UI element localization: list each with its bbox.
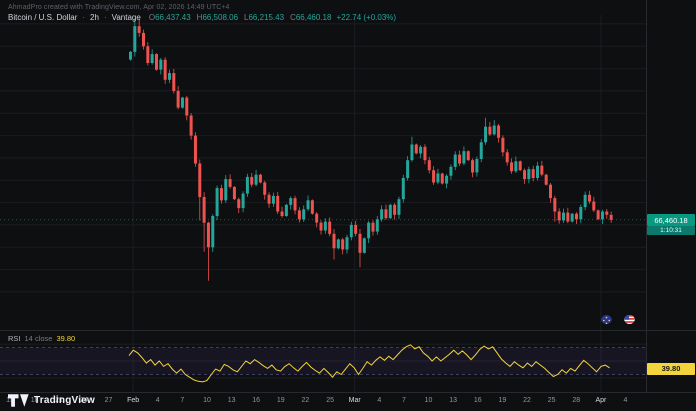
- time-axis-label: 22: [523, 397, 531, 404]
- time-axis-label: Apr: [595, 397, 606, 404]
- ohlc-values: O66,437.43 H66,508.06 L66,215.43 C66,460.18: [149, 13, 332, 22]
- symbol-name[interactable]: Bitcoin / U.S. Dollar: [8, 13, 77, 22]
- time-axis-label: 16: [474, 397, 482, 404]
- time-axis-label: 25: [548, 397, 556, 404]
- tradingview-logo[interactable]: TradingView: [8, 394, 95, 407]
- ohlc-token: H66,508.06: [197, 13, 238, 22]
- time-axis-label: 16: [252, 397, 260, 404]
- rsi-value-label: 39.80: [647, 363, 695, 375]
- legend-separator: ·: [104, 13, 107, 22]
- ohlc-token: O66,437.43: [149, 13, 191, 22]
- rsi-current-value: 39.80: [56, 334, 75, 343]
- tradingview-chart-window: AhmadPro created with TradingView.com, A…: [0, 0, 696, 411]
- time-axis-label: 19: [498, 397, 506, 404]
- exchange-label[interactable]: Vantage: [112, 13, 141, 22]
- rsi-legend[interactable]: RSI 14 close 39.80: [8, 334, 75, 343]
- time-axis-label: 4: [624, 397, 628, 404]
- rsi-indicator-name[interactable]: RSI: [8, 334, 21, 343]
- time-axis-label: Mar: [349, 397, 361, 404]
- tradingview-logo-icon: [8, 394, 29, 407]
- tradingview-logo-text: TradingView: [34, 395, 95, 406]
- eu-flag-icon[interactable]: [601, 313, 612, 324]
- watermark-text: AhmadPro created with TradingView.com, A…: [8, 4, 230, 11]
- time-axis-label: 27: [105, 397, 113, 404]
- symbol-legend[interactable]: Bitcoin / U.S. Dollar · 2h · Vantage O66…: [8, 13, 396, 22]
- rsi-params: 14 close: [25, 334, 53, 343]
- chart-canvas[interactable]: [0, 0, 696, 411]
- time-axis-label: 28: [572, 397, 580, 404]
- time-axis-label: 19: [277, 397, 285, 404]
- time-axis-label: 7: [402, 397, 406, 404]
- ohlc-token: C66,460.18: [290, 13, 331, 22]
- time-axis-label: 10: [425, 397, 433, 404]
- time-axis-label: Feb: [127, 397, 139, 404]
- bar-countdown-label: 1:10:31: [647, 226, 695, 235]
- time-axis-label: 25: [326, 397, 334, 404]
- change-value: +22.74 (+0.03%): [336, 13, 396, 22]
- rsi-axis[interactable]: 75.0050.0025.00: [646, 0, 696, 392]
- time-axis-label: 4: [156, 397, 160, 404]
- us-flag-icon[interactable]: [624, 313, 635, 324]
- legend-separator: ·: [82, 13, 85, 22]
- interval-label[interactable]: 2h: [90, 13, 99, 22]
- time-axis-label: 10: [203, 397, 211, 404]
- ohlc-token: L66,215.43: [244, 13, 284, 22]
- event-flag-icons[interactable]: [601, 313, 635, 324]
- time-axis-label: 13: [449, 397, 457, 404]
- time-axis-label: 22: [301, 397, 309, 404]
- time-axis-label: 4: [377, 397, 381, 404]
- last-price-label: 66,460.18: [647, 214, 695, 226]
- time-axis[interactable]: 1518212427Feb47101316192225Mar4710131619…: [0, 395, 646, 411]
- time-axis-label: 7: [180, 397, 184, 404]
- time-axis-label: 13: [228, 397, 236, 404]
